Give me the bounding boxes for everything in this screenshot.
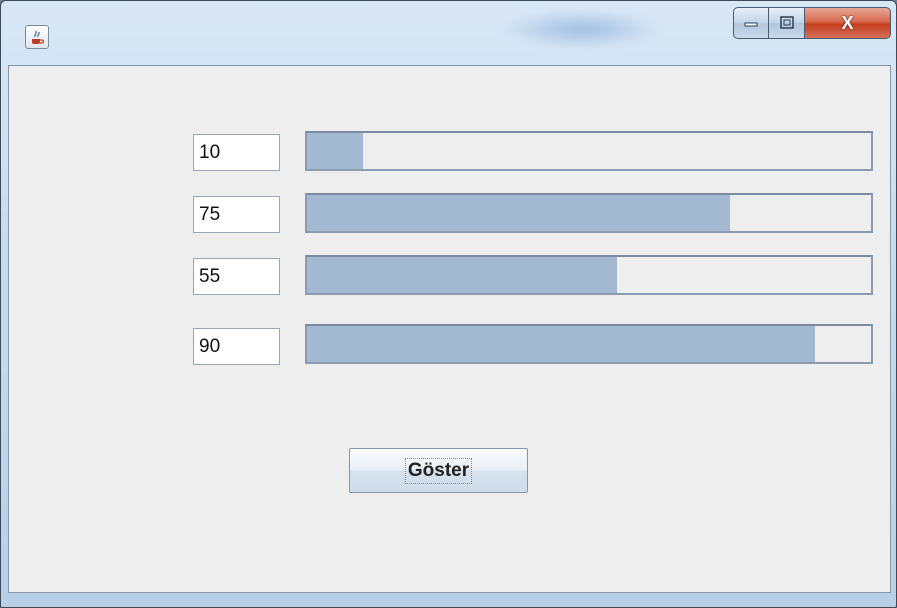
progress-bar-2 [305,193,873,233]
progress-bar-4 [305,324,873,364]
value-field-4[interactable]: 90 [193,328,280,365]
show-button[interactable]: Göster [349,448,528,493]
window-controls: X [733,7,891,39]
title-bar-glass [501,9,661,49]
minimize-button[interactable] [733,7,769,39]
progress-bar-1 [305,131,873,171]
progress-fill-2 [307,195,730,231]
java-cup-icon[interactable] [25,25,49,49]
close-icon: X [841,12,854,33]
value-field-1[interactable]: 10 [193,134,280,171]
value-field-3[interactable]: 55 [193,258,280,295]
minimize-icon [744,22,758,27]
progress-fill-1 [307,133,364,169]
maximize-icon [779,16,794,29]
progress-fill-3 [307,257,618,293]
progress-fill-4 [307,326,815,362]
java-cup-glyph [32,30,45,44]
app-window: X 10 75 55 90 Göster [0,0,897,608]
title-bar[interactable]: X [1,1,896,65]
progress-bar-3 [305,255,873,295]
close-button[interactable]: X [805,7,891,39]
value-field-2[interactable]: 75 [193,196,280,233]
content-panel: 10 75 55 90 Göster [8,65,891,593]
maximize-button[interactable] [769,7,805,39]
show-button-label: Göster [404,457,473,484]
